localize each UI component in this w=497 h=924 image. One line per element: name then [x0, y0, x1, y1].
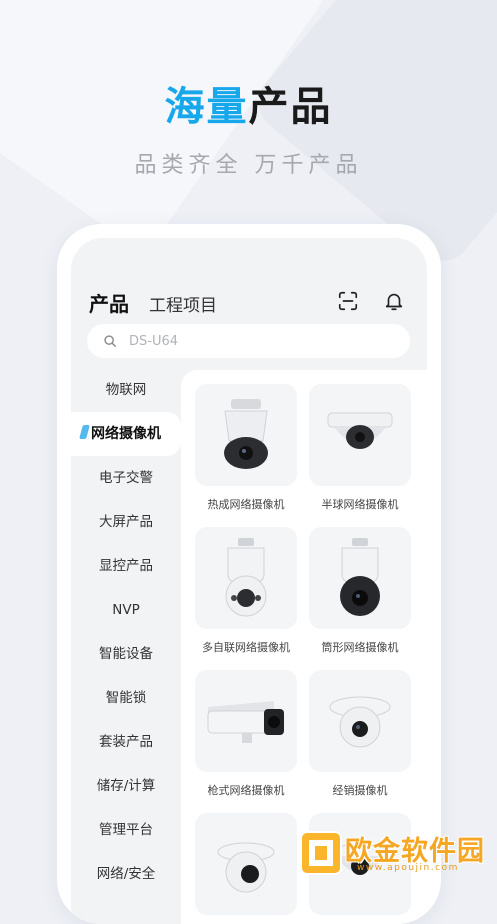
sidebar-item-storage[interactable]: 储存/计算	[71, 764, 181, 808]
product-label: 筒形网络摄像机	[321, 641, 399, 654]
sidebar-item-platform[interactable]: 管理平台	[71, 808, 181, 852]
phone-mockup: 产品 工程项目 物联网 网络摄像机 电子交警 大屏产品 显控产品 NVP 智能设…	[57, 224, 441, 924]
sidebar-item-network-security[interactable]: 网络/安全	[71, 852, 181, 896]
product-image	[195, 670, 297, 772]
bullet-camera-icon	[207, 701, 284, 743]
sidebar-item-network-camera[interactable]: 网络摄像机	[71, 412, 181, 456]
search-icon	[104, 335, 116, 347]
subtitle: 品类齐全 万千产品	[134, 153, 363, 178]
tab-bar: 产品 工程项目	[89, 288, 217, 317]
product-label: 经销摄像机	[332, 784, 388, 797]
speed-dome-dark-icon	[340, 538, 380, 616]
ptz-dome-camera-icon	[224, 399, 268, 469]
category-sidebar: 物联网 网络摄像机 电子交警 大屏产品 显控产品 NVP 智能设备 智能锁 套装…	[71, 368, 181, 896]
sidebar-item-traffic[interactable]: 电子交警	[71, 456, 181, 500]
speed-dome-white-icon	[225, 538, 267, 617]
product-label: 半球网络摄像机	[321, 498, 399, 511]
product-image	[195, 813, 297, 915]
product-card[interactable]: 经销摄像机	[309, 670, 411, 798]
sidebar-item-nvp[interactable]: NVP	[71, 588, 181, 632]
watermark-url: www.apoujin.com	[357, 863, 459, 873]
tab-products[interactable]: 产品	[89, 288, 129, 317]
product-card[interactable]: 枪式网络摄像机	[195, 670, 297, 798]
search-bar[interactable]	[87, 324, 410, 360]
sidebar-item-display-control[interactable]: 显控产品	[71, 544, 181, 588]
product-card[interactable]: 筒形网络摄像机	[309, 527, 411, 655]
active-marker	[79, 425, 90, 439]
sidebar-item-bundle[interactable]: 套装产品	[71, 720, 181, 764]
sidebar-item-large-screen[interactable]: 大屏产品	[71, 500, 181, 544]
product-card[interactable]	[195, 813, 297, 915]
product-image	[195, 384, 297, 486]
product-label: 枪式网络摄像机	[207, 784, 285, 797]
turret-camera-icon	[217, 842, 275, 893]
bell-icon[interactable]	[383, 290, 405, 312]
scan-icon[interactable]	[337, 290, 359, 312]
sidebar-item-smart-device[interactable]: 智能设备	[71, 632, 181, 676]
product-label: 热成网络摄像机	[207, 498, 285, 511]
product-label: 多自联网络摄像机	[202, 641, 290, 654]
headline: 海量产品	[164, 84, 333, 130]
product-image	[309, 527, 411, 629]
dome-camera-icon	[327, 412, 393, 449]
turret-camera-icon	[329, 696, 391, 748]
logo-icon	[300, 831, 342, 875]
watermark-logo: 欧金软件园 www.apoujin.com	[299, 827, 495, 879]
product-card[interactable]: 多自联网络摄像机	[195, 527, 297, 655]
product-image	[309, 670, 411, 772]
app-screen: 产品 工程项目 物联网 网络摄像机 电子交警 大屏产品 显控产品 NVP 智能设…	[71, 238, 427, 924]
product-image	[309, 384, 411, 486]
search-input[interactable]	[127, 324, 391, 360]
sidebar-item-smart-lock[interactable]: 智能锁	[71, 676, 181, 720]
sidebar-item-iot[interactable]: 物联网	[71, 368, 181, 412]
product-card[interactable]: 热成网络摄像机	[195, 384, 297, 512]
product-image	[195, 527, 297, 629]
tab-projects[interactable]: 工程项目	[149, 291, 217, 316]
product-card[interactable]: 半球网络摄像机	[309, 384, 411, 512]
